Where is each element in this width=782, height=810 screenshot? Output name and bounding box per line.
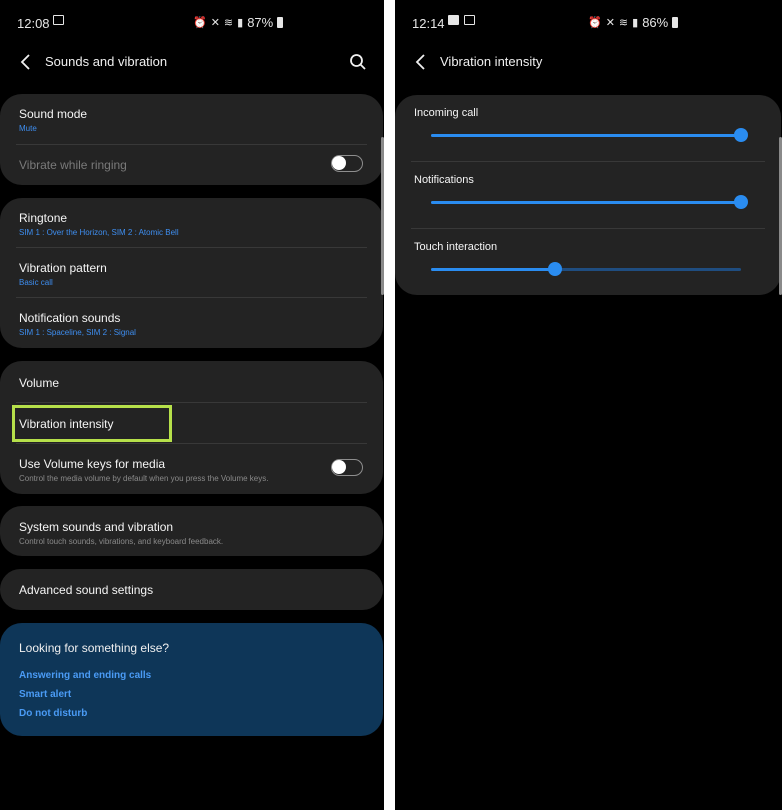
vibration-intensity-card: Incoming call Notifications Touch intera… — [395, 95, 781, 295]
laptop-icon — [53, 15, 64, 25]
suggestions-card: Looking for something else? Answering an… — [0, 623, 383, 736]
vibration-pattern-title: Vibration pattern — [19, 261, 107, 275]
volume-keys-toggle[interactable] — [331, 459, 363, 476]
wifi-icon: ≋ — [618, 16, 629, 29]
notification-sounds-item[interactable]: Notification sounds SIM 1 : Spaceline, S… — [19, 311, 367, 337]
battery-icon — [277, 17, 284, 28]
page-title: Vibration intensity — [440, 54, 543, 69]
page-title: Sounds and vibration — [45, 54, 168, 69]
sound-mode-card: Sound mode Mute Vibrate while ringing — [0, 94, 383, 185]
divider — [16, 402, 367, 403]
toggle-knob — [332, 460, 346, 474]
system-sounds-card: System sounds and vibration Control touc… — [0, 506, 383, 556]
volume-keys-description: Control the media volume by default when… — [19, 474, 269, 483]
touch-interaction-label: Touch interaction — [414, 241, 498, 253]
notification-sounds-title: Notification sounds — [19, 311, 121, 325]
vibration-intensity-screen: 12:14 ⏰ ✕ ≋ ▮ 86% Vibration intensity In… — [395, 0, 782, 810]
ringtone-value: SIM 1 : Over the Horizon, SIM 2 : Atomic… — [19, 228, 179, 237]
ringtone-item[interactable]: Ringtone SIM 1 : Over the Horizon, SIM 2… — [19, 211, 367, 237]
back-arrow-icon[interactable] — [14, 50, 38, 74]
suggestions-question: Looking for something else? — [19, 641, 170, 655]
slider-fill — [431, 268, 555, 271]
advanced-sound-settings-title: Advanced sound settings — [19, 583, 154, 597]
laptop-icon — [464, 15, 475, 25]
volume-item[interactable]: Volume — [19, 376, 367, 390]
sound-mode-item[interactable]: Sound mode Mute — [19, 107, 367, 133]
advanced-sound-settings-item[interactable]: Advanced sound settings — [19, 583, 367, 597]
mute-icon: ✕ — [605, 16, 615, 29]
divider — [16, 297, 367, 298]
divider — [16, 144, 367, 145]
slider-thumb[interactable] — [734, 195, 748, 209]
divider — [16, 247, 367, 248]
link-smart-alert[interactable]: Smart alert — [19, 689, 71, 700]
highlight-box — [12, 405, 172, 442]
status-bar: 12:08 ⏰ ✕ ≋ ▮ 87% — [0, 0, 384, 44]
divider — [411, 161, 765, 162]
app-bar: Sounds and vibration — [0, 44, 384, 80]
link-answering-calls[interactable]: Answering and ending calls — [19, 670, 151, 681]
slider-thumb[interactable] — [548, 262, 562, 276]
vibrate-while-ringing-title: Vibrate while ringing — [19, 158, 127, 172]
sounds-and-vibration-screen: 12:08 ⏰ ✕ ≋ ▮ 87% Sounds and vibration S… — [0, 0, 384, 810]
back-arrow-icon[interactable] — [409, 50, 433, 74]
signal-icon: ▮ — [237, 16, 244, 29]
divider — [16, 443, 367, 444]
vibrate-while-ringing-toggle[interactable] — [331, 155, 363, 172]
slider-fill — [431, 201, 741, 204]
status-time: 12:08 — [17, 16, 50, 31]
alarm-icon: ⏰ — [588, 16, 602, 29]
battery-level: 87% — [247, 15, 274, 30]
battery-level: 86% — [642, 15, 669, 30]
status-bar: 12:14 ⏰ ✕ ≋ ▮ 86% — [395, 0, 782, 44]
vibration-pattern-item[interactable]: Vibration pattern Basic call — [19, 261, 367, 287]
vibration-pattern-value: Basic call — [19, 278, 53, 287]
status-time: 12:14 — [412, 16, 445, 31]
volume-keys-title: Use Volume keys for media — [19, 457, 166, 471]
volume-title: Volume — [19, 376, 60, 390]
mute-icon: ✕ — [210, 16, 220, 29]
notifications-slider[interactable] — [431, 195, 748, 209]
ringtone-title: Ringtone — [19, 211, 68, 225]
scrollbar[interactable] — [381, 137, 384, 295]
slider-thumb[interactable] — [734, 128, 748, 142]
system-sounds-description: Control touch sounds, vibrations, and ke… — [19, 537, 224, 546]
incoming-call-label: Incoming call — [414, 107, 479, 119]
sound-mode-value: Mute — [19, 124, 37, 133]
search-icon[interactable] — [346, 50, 370, 74]
signal-icon: ▮ — [632, 16, 639, 29]
system-sounds-item[interactable]: System sounds and vibration Control touc… — [19, 520, 367, 546]
wifi-icon: ≋ — [223, 16, 234, 29]
touch-interaction-slider[interactable] — [431, 262, 741, 276]
notifications-label: Notifications — [414, 174, 474, 186]
battery-icon — [672, 17, 679, 28]
alarm-icon: ⏰ — [193, 16, 207, 29]
divider — [411, 228, 765, 229]
ringtone-card: Ringtone SIM 1 : Over the Horizon, SIM 2… — [0, 198, 383, 348]
toggle-knob — [332, 156, 346, 170]
app-bar: Vibration intensity — [395, 44, 782, 80]
image-icon — [448, 15, 459, 25]
advanced-card: Advanced sound settings — [0, 569, 383, 610]
volume-keys-item[interactable]: Use Volume keys for media Control the me… — [19, 457, 367, 483]
slider-fill — [431, 134, 741, 137]
incoming-call-slider[interactable] — [431, 128, 748, 142]
sound-mode-title: Sound mode — [19, 107, 88, 121]
link-do-not-disturb[interactable]: Do not disturb — [19, 708, 87, 719]
notification-sounds-value: SIM 1 : Spaceline, SIM 2 : Signal — [19, 328, 136, 337]
system-sounds-title: System sounds and vibration — [19, 520, 174, 534]
vibrate-while-ringing-item: Vibrate while ringing — [19, 158, 367, 172]
